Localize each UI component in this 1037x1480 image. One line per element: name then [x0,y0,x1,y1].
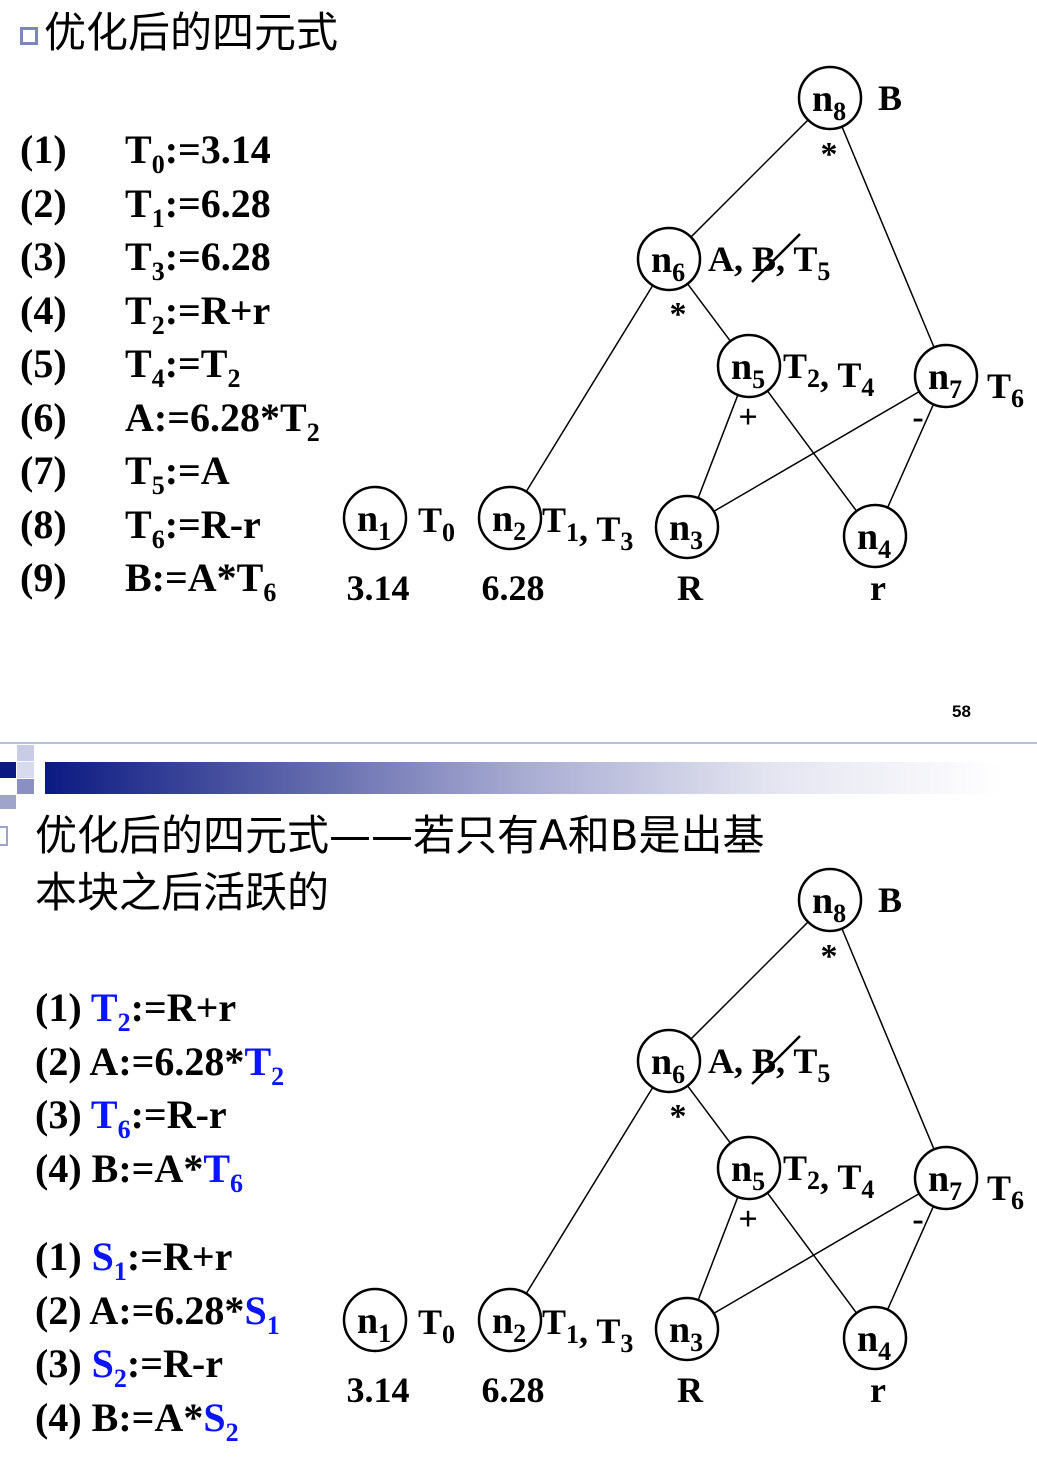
dag-leaf-value: 3.14 [347,568,410,608]
dag-edge [766,390,858,512]
dag-leaf-value: r [870,1370,886,1410]
dag-operator: - [912,1201,923,1238]
dag-edge [886,1206,935,1310]
dag-node-ids: T6 [987,1168,1024,1215]
dag-edge [525,285,654,492]
dag-edge [886,404,935,508]
dag-node-ids: A, B, T5 [708,1041,830,1088]
dag-leaf-value: 6.28 [482,1370,545,1410]
dag-edge [841,126,935,348]
dag-node-ids: T1, T3 [542,500,633,556]
dag-node-ids: B [878,78,902,118]
dag-edge [690,921,809,1040]
dag-operator: * [821,938,838,975]
dag-edge [841,928,935,1150]
dag-edge [525,1087,654,1294]
dag-node-ids: B [878,880,902,920]
dag-operator: + [738,1201,757,1238]
dag-operator: - [912,399,923,436]
dag-edge [697,1196,739,1301]
dag-operator: * [670,296,687,333]
dag-diagrams: n8*Bn6*A, B, T5n5+T2, T4 n7-T6n13.14T0 n26… [342,65,1024,1410]
dag-operator: * [670,1098,687,1135]
dag-edge [686,283,732,342]
dag-node-ids: T2, T4 [783,1148,874,1204]
dag-node-ids: A, B, T5 [708,239,830,286]
dag-edge [686,1085,732,1144]
dag-edge [766,1192,858,1314]
dag-node-ids: T0 [418,500,455,547]
dag-node-ids: T0 [418,1302,455,1349]
dag-leaf-value: 6.28 [482,568,545,608]
dag-operator: * [821,136,838,173]
dag-edge [690,119,809,238]
dag-leaf-value: r [870,568,886,608]
dag-leaf-value: R [677,1370,704,1410]
dag-node-ids: T2, T4 [783,346,874,402]
dag-operator: + [738,399,757,436]
dag-leaf-value: R [677,568,704,608]
dag-edge [697,394,739,499]
dag-node-ids: T6 [987,366,1024,413]
dag-leaf-value: 3.14 [347,1370,410,1410]
dag-node-ids: T1, T3 [542,1302,633,1358]
